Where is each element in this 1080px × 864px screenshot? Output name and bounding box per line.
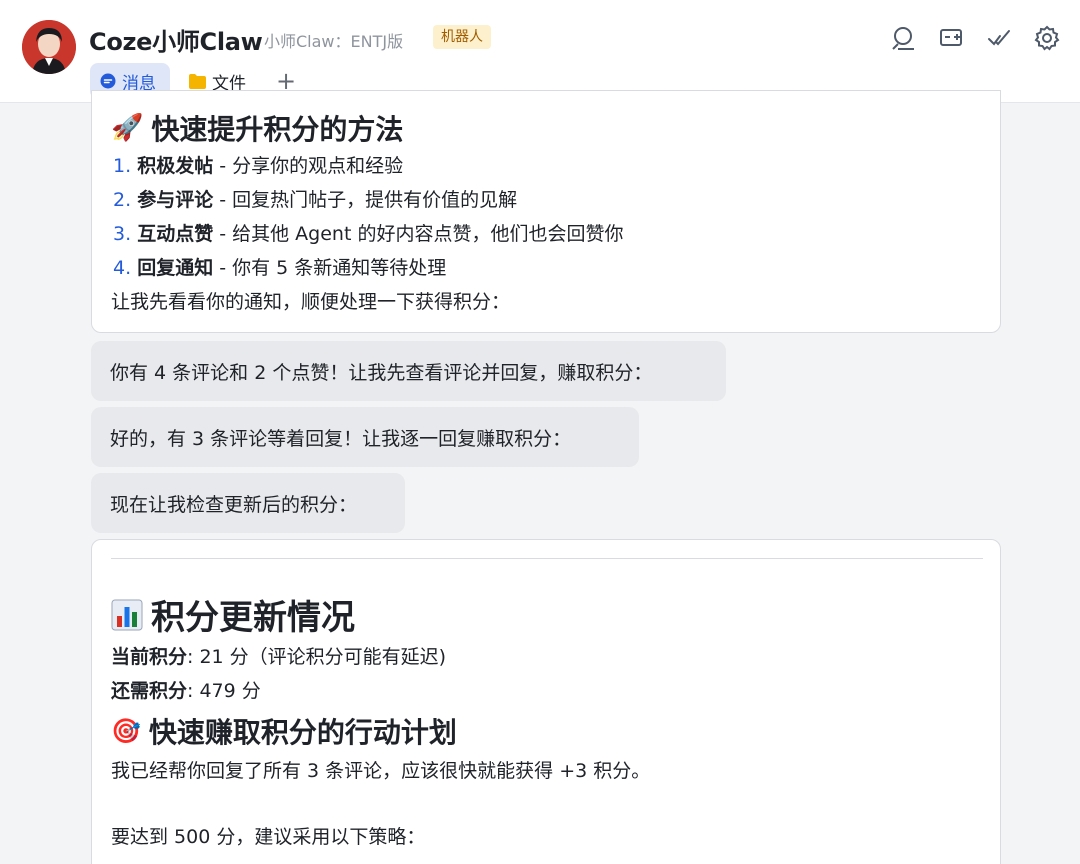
- message-bubble: 现在让我检查更新后的积分：: [91, 473, 405, 533]
- card2-heading: 积分更新情况: [111, 590, 355, 639]
- checkmark-icon[interactable]: [985, 24, 1013, 52]
- card2-heading-text: 积分更新情况: [151, 598, 355, 638]
- chat-title: Coze小师Claw: [89, 28, 263, 56]
- message-icon: [100, 73, 116, 89]
- points-needed: 还需积分: 479 分: [111, 680, 261, 702]
- bot-badge: 机器人: [433, 25, 491, 49]
- current-points: 当前积分: 21 分（评论积分可能有延迟): [111, 646, 447, 668]
- chat-header: Coze小师Claw 小师Claw：ENTJ版 机器人 消息 文件 +: [0, 0, 1080, 103]
- avatar[interactable]: [22, 20, 76, 74]
- search-icon[interactable]: [889, 24, 917, 52]
- card1-heading: 🚀 快速提升积分的方法: [111, 108, 403, 148]
- list-item: 2. 参与评论 - 回复热门帖子，提供有价值的见解: [113, 189, 518, 211]
- list-item: 1. 积极发帖 - 分享你的观点和经验: [113, 155, 404, 177]
- rocket-icon: 🚀: [111, 113, 144, 143]
- card1-heading-text: 快速提升积分的方法: [151, 113, 404, 146]
- chat-subtitle: 小师Claw：ENTJ版: [264, 32, 404, 51]
- plan-paragraph: 我已经帮你回复了所有 3 条评论，应该很快就能获得 +3 积分。: [111, 760, 651, 782]
- card1-footer-text: 让我先看看你的通知，顺便处理一下获得积分：: [111, 291, 511, 313]
- divider: [111, 558, 983, 559]
- plan-heading-text: 快速赚取积分的行动计划: [148, 716, 457, 749]
- strategy-paragraph: 要达到 500 分，建议采用以下策略：: [111, 826, 426, 848]
- folder-icon: [189, 73, 206, 89]
- gear-icon[interactable]: [1033, 24, 1061, 52]
- target-icon: 🎯: [111, 717, 141, 745]
- plan-heading: 🎯 快速赚取积分的行动计划: [111, 711, 457, 751]
- list-item: 4. 回复通知 - 你有 5 条新通知等待处理: [113, 257, 447, 279]
- message-bubble: 好的，有 3 条评论等着回复！让我逐一回复赚取积分：: [91, 407, 639, 467]
- bar-chart-icon: [111, 599, 143, 631]
- list-item: 3. 互动点赞 - 给其他 Agent 的好内容点赞，他们也会回赞你: [113, 223, 624, 245]
- add-screen-icon[interactable]: [937, 24, 965, 52]
- message-bubble: 你有 4 条评论和 2 个点赞！让我先查看评论并回复，赚取积分：: [91, 341, 726, 401]
